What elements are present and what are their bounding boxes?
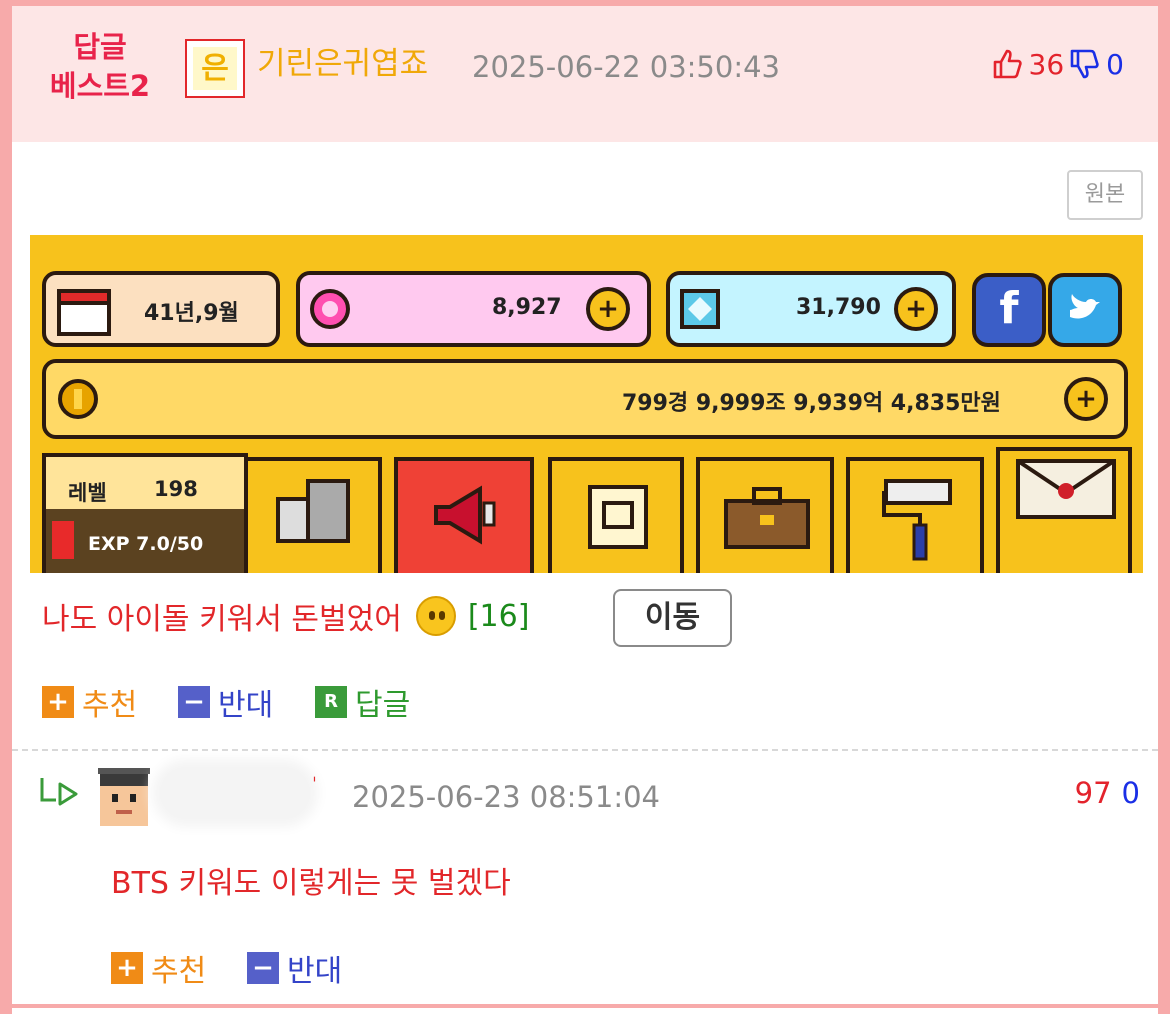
megaphone-icon [434,485,496,545]
move-button[interactable]: 이동 [613,589,732,647]
twitter-icon[interactable] [1048,273,1122,347]
money-amount: 799경 9,999조 9,939억 4,835만원 [622,391,1001,416]
bag-icon [724,487,810,549]
plus-icon: + [42,686,74,718]
comment-count[interactable]: [16] [468,599,530,634]
downvote-count: 0 [1106,47,1124,81]
best-reply-label: 답글 베스트2 [49,30,151,103]
gold-coin-icon [58,379,98,419]
interior-menu-tile[interactable] [846,457,984,573]
diamond-count: 31,790 [796,295,881,320]
reply-datetime: 2025-06-23 08:51:04 [352,780,660,814]
oppose-button[interactable]: − 반대 [178,680,273,724]
add-gems-button[interactable]: + [586,287,630,331]
exp-progress: EXP 7.0/50 [88,533,204,555]
caption-text: 나도 아이돌 키워서 돈벌었어 [42,602,402,637]
redacted-nickname [160,767,310,819]
plus-icon: + [111,952,143,984]
inventory-menu-tile[interactable] [696,457,834,573]
mail-menu-tile[interactable] [996,447,1132,573]
post-datetime: 2025-06-22 03:50:43 [472,50,780,84]
neutral-face-icon [415,596,456,636]
gem-count: 8,927 [492,295,562,320]
thumbs-up-icon[interactable] [991,47,1025,81]
level-value: 198 [154,477,198,501]
reply-oppose-button[interactable]: − 반대 [247,946,342,990]
minus-icon: − [247,952,279,984]
bottom-border [12,1004,1158,1008]
scroll-icon [588,485,648,549]
game-screenshot[interactable]: 41년,9월 8,927 + 31,790 + f 799경 9,999조 9,… [30,235,1143,573]
reply-text: BTS 키워도 이렇게는 못 벌겠다 [111,866,511,901]
diamond-icon [680,289,720,329]
divider [12,749,1158,751]
redaction-edge-mark: ˈ [312,774,317,795]
recommend-button[interactable]: + 추천 [42,680,137,724]
level-label: 레벨 [68,481,107,505]
reply-button[interactable]: R 답글 [315,680,410,724]
vote-counts: 36 0 [991,44,1124,84]
calendar-icon [57,289,111,336]
pink-gem-icon [310,289,350,329]
upvote-count: 36 [1028,47,1065,81]
envelope-icon [1016,459,1116,519]
reply-recommend-button[interactable]: + 추천 [111,946,206,990]
quest-menu-tile[interactable] [548,457,684,573]
reply-best-header: 답글 베스트2 은 기린은귀엽죠 2025-06-22 03:50:43 36 … [12,6,1158,142]
minus-icon: − [178,686,210,718]
post-caption: 나도 아이돌 키워서 돈벌었어 [16] [42,592,529,640]
facebook-icon[interactable]: f [972,273,1046,347]
reply-downvote-count: 0 [1121,776,1140,810]
reply-arrow-icon [40,778,78,806]
paint-roller-icon [882,479,952,561]
level-panel [42,453,248,573]
add-money-button[interactable]: + [1064,377,1108,421]
author-nickname[interactable]: 기린은귀엽죠 [257,44,428,84]
promotion-menu-tile[interactable] [394,457,534,573]
reply-upvote-count: 97 [1074,776,1112,810]
reply-vote-counts: 97 0 [1075,776,1140,810]
add-diamonds-button[interactable]: + [894,287,938,331]
building-menu-tile[interactable] [244,457,382,573]
original-image-button[interactable]: 원본 [1067,170,1143,220]
reply-icon: R [315,686,347,718]
avatar [98,768,150,826]
game-date: 41년,9월 [144,301,239,326]
thumbs-down-icon[interactable] [1068,47,1102,81]
building-icon [276,479,350,543]
user-level-badge: 은 [185,39,245,98]
